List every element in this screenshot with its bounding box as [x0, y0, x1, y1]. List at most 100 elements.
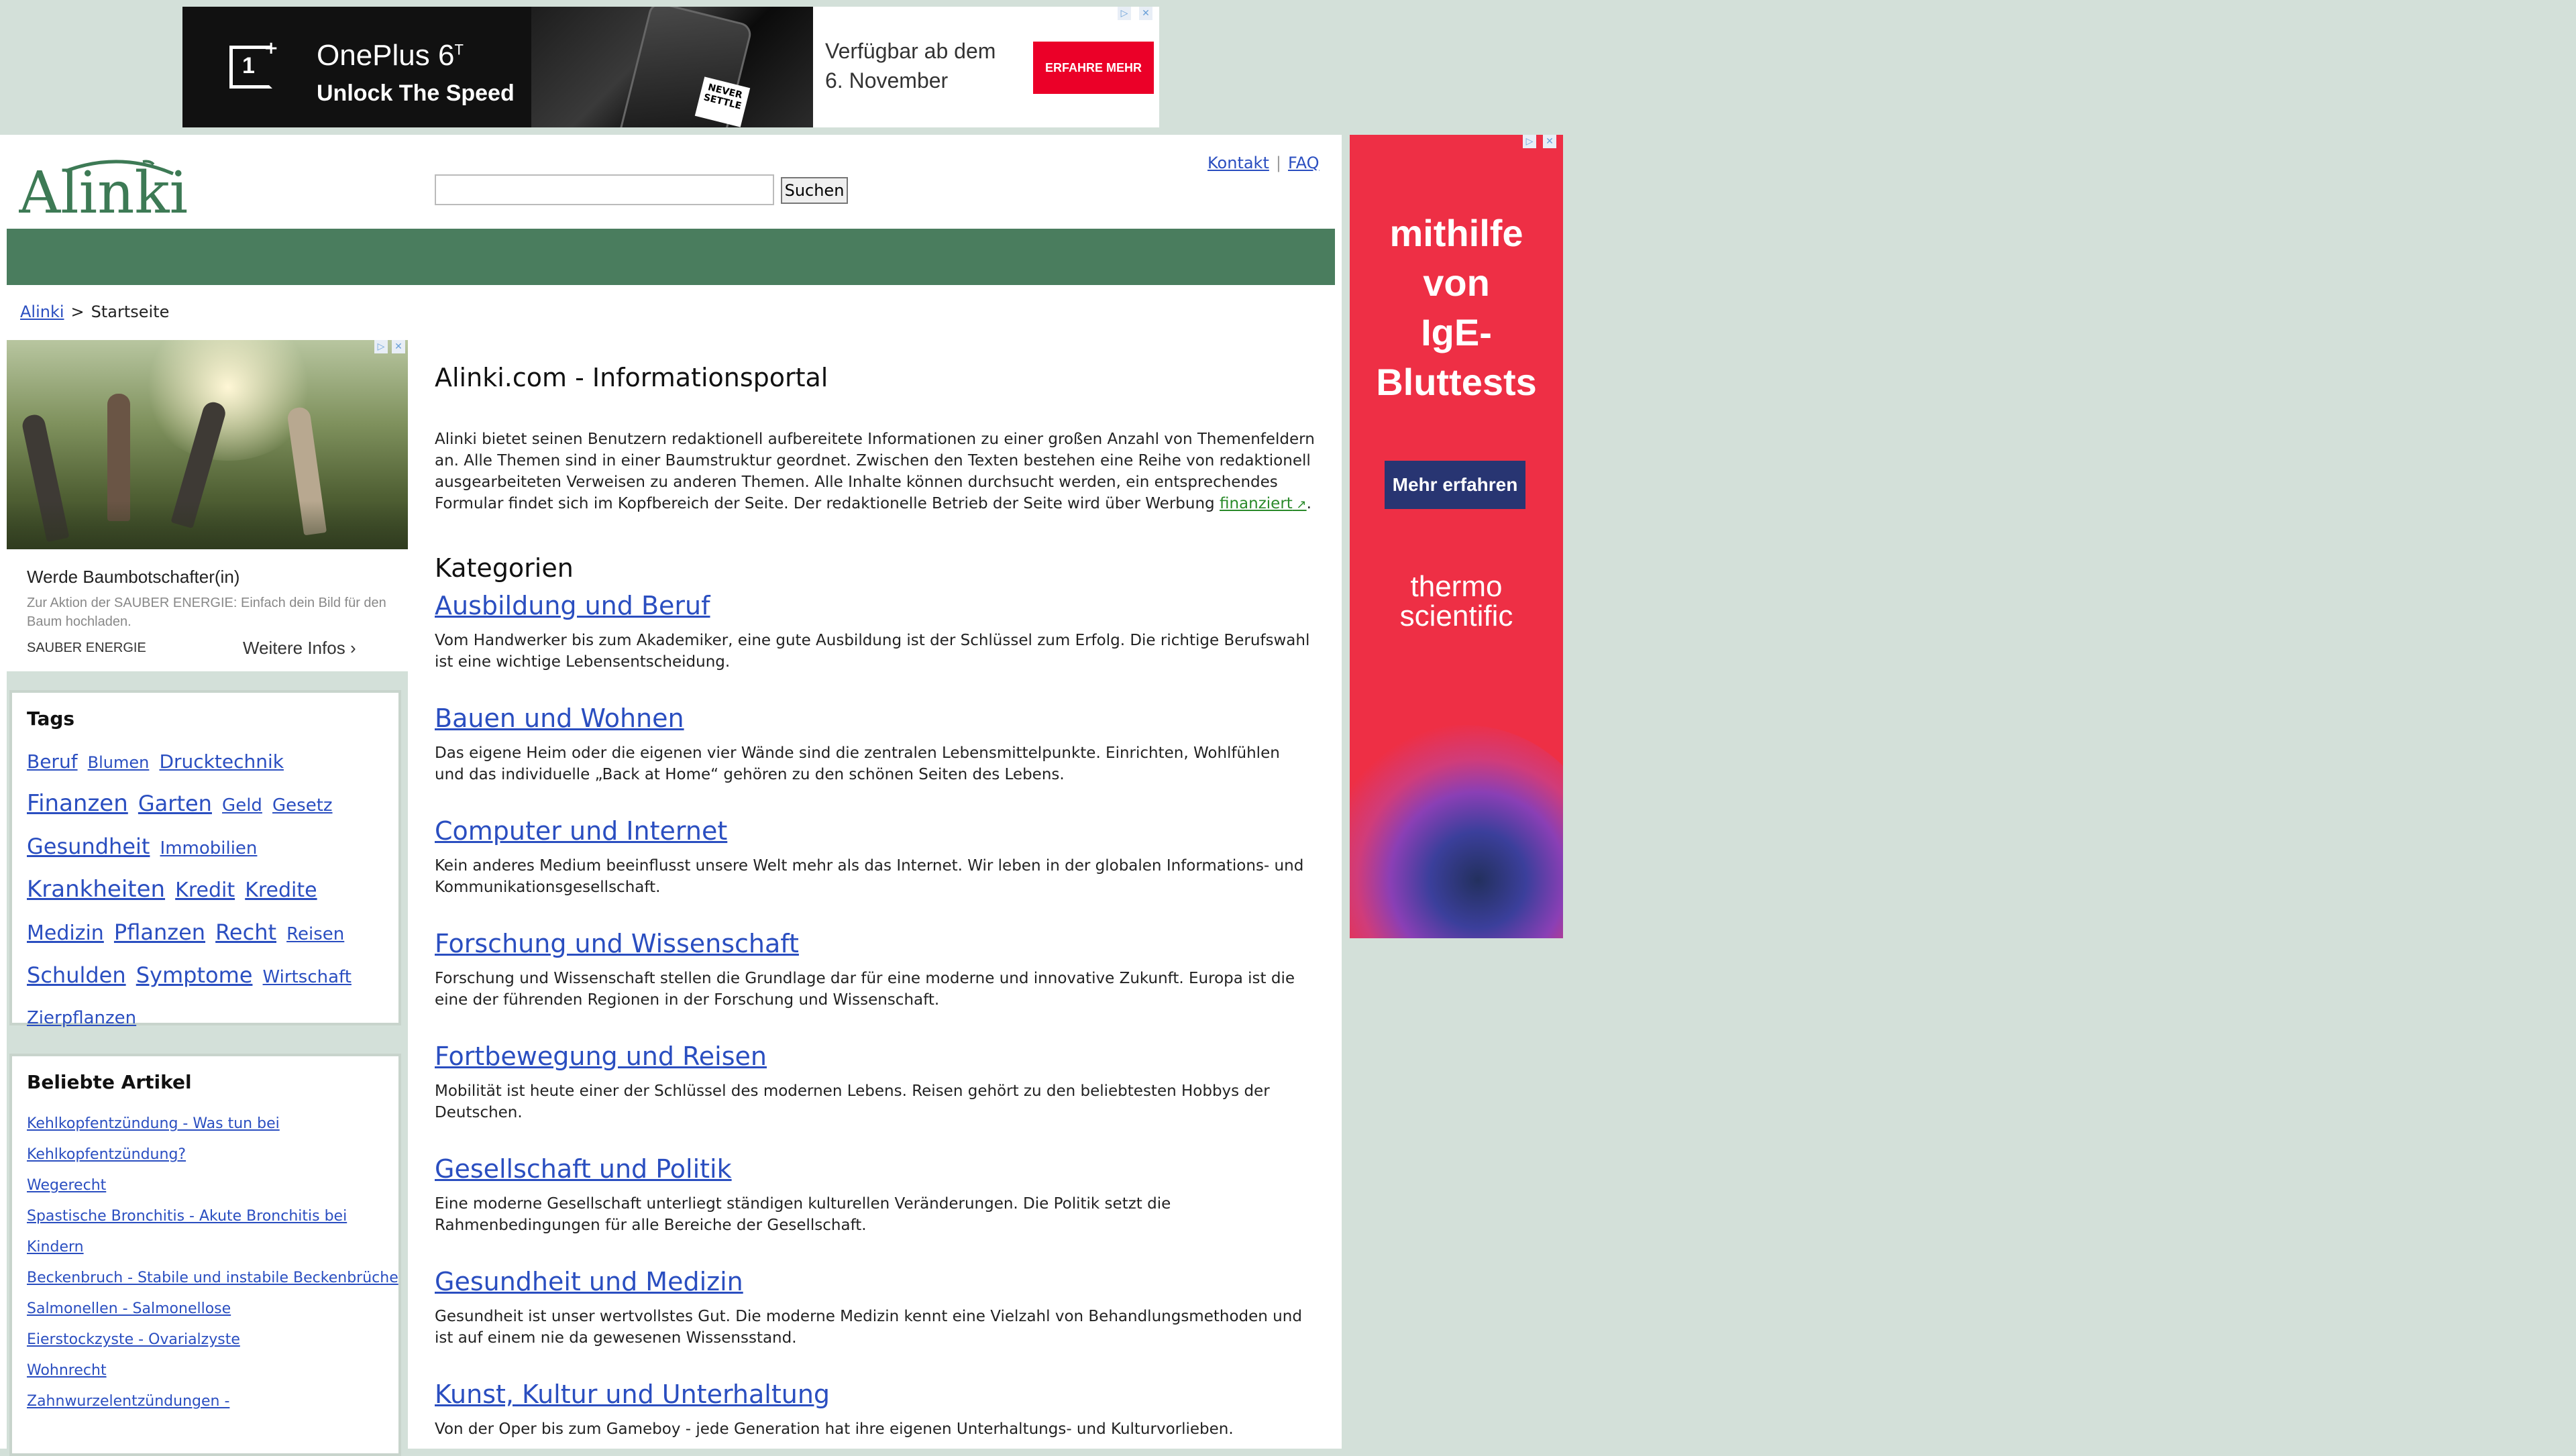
category-item: Fortbewegung und Reisen Mobilität ist heu…	[435, 1042, 1313, 1123]
tag-link[interactable]: Reisen	[286, 924, 344, 944]
intro-text: Alinki bietet seinen Benutzern redaktion…	[435, 429, 1320, 516]
category-description: Vom Handwerker bis zum Akademiker, eine …	[435, 632, 1310, 671]
link-separator: |	[1275, 154, 1281, 172]
right-ad-headline: mithilfe von IgE- Bluttests	[1350, 209, 1563, 407]
tag-link[interactable]: Gesundheit	[27, 834, 150, 859]
phone-image: NEVER SETTLE	[531, 7, 813, 127]
adchoices-icon[interactable]: ▷	[374, 340, 388, 353]
category-description: Kein anderes Medium beeinflusst unsere W…	[435, 857, 1304, 896]
headline-line: mithilfe	[1389, 212, 1523, 254]
tag-link[interactable]: Kredite	[245, 879, 317, 902]
tag-link[interactable]: Krankheiten	[27, 876, 165, 903]
breadcrumb-home-link[interactable]: Alinki	[20, 302, 64, 321]
top-links: Kontakt | FAQ	[1208, 154, 1319, 172]
category-link[interactable]: Fortbewegung und Reisen	[435, 1042, 767, 1071]
category-item: Computer und Internet Kein anderes Medium…	[435, 816, 1313, 898]
category-item: Gesellschaft und Politik Eine moderne Ges…	[435, 1154, 1313, 1236]
adchoices-icon[interactable]: ▷	[1523, 135, 1536, 148]
right-skyscraper-ad[interactable]: mithilfe von IgE- Bluttests Mehr erfahre…	[1350, 135, 1563, 938]
logo-text: Alinki	[19, 160, 188, 221]
top-banner-ad[interactable]: 1 + OnePlus 6T Unlock The Speed NEVER SET…	[182, 7, 1159, 127]
popular-article-link[interactable]: Wegerecht	[27, 1170, 402, 1201]
ad-right-panel: Verfügbar ab dem 6. November ERFAHRE MEH…	[813, 7, 1159, 127]
tag-link[interactable]: Symptome	[136, 962, 253, 988]
popular-article-link[interactable]: Kehlkopfentzündung - Was tun bei Kehlkop…	[27, 1109, 402, 1170]
category-description: Mobilität ist heute einer der Schlüssel …	[435, 1082, 1270, 1121]
external-link-icon: ↗	[1292, 498, 1307, 512]
popular-list: Kehlkopfentzündung - Was tun bei Kehlkop…	[27, 1109, 402, 1417]
popular-article-link[interactable]: Spastische Bronchitis - Akute Bronchitis…	[27, 1201, 402, 1263]
categories-title: Kategorien	[435, 553, 574, 583]
popular-article-link[interactable]: Wohnrecht	[27, 1355, 402, 1386]
tag-link[interactable]: Pflanzen	[114, 919, 205, 945]
popular-article-link[interactable]: Salmonellen - Salmonellose	[27, 1294, 402, 1325]
alinki-logo[interactable]: Alinki	[19, 154, 193, 221]
tag-link[interactable]: Immobilien	[160, 838, 258, 858]
popular-article-link[interactable]: Zahnwurzelentzündungen -	[27, 1386, 402, 1417]
category-item: Kunst, Kultur und Unterhaltung Von der Op…	[435, 1380, 1313, 1440]
more-label: Weitere Infos	[243, 638, 345, 658]
sidebar-ad[interactable]: ▷ ✕ Werde Baumbotschafter(in) Zur Aktion…	[7, 340, 408, 671]
chevron-right-icon: ›	[350, 638, 356, 658]
tag-link[interactable]: Finanzen	[27, 790, 128, 817]
popular-title: Beliebte Artikel	[27, 1071, 192, 1093]
contact-link[interactable]: Kontakt	[1208, 154, 1269, 172]
tags-title: Tags	[27, 708, 75, 730]
popular-article-link[interactable]: Beckenbruch - Stabile und instabile Beck…	[27, 1263, 402, 1294]
sidebar-ad-more-button[interactable]: Weitere Infos ›	[243, 638, 356, 659]
page-title: Alinki.com - Informationsportal	[435, 363, 828, 392]
popular-article-link[interactable]: Eierstockzyste - Ovarialzyste	[27, 1325, 402, 1355]
close-ad-icon[interactable]: ✕	[1139, 7, 1152, 20]
main-content: Alinki.com - Informationsportal Alinki b…	[435, 363, 1320, 1438]
tag-link[interactable]: Kredit	[175, 879, 235, 902]
tag-link[interactable]: Gesetz	[272, 795, 333, 816]
right-ad-brand: thermo scientific	[1350, 572, 1563, 631]
category-item: Bauen und Wohnen Das eigene Heim oder die…	[435, 704, 1313, 785]
category-link[interactable]: Gesellschaft und Politik	[435, 1154, 732, 1184]
tag-link[interactable]: Schulden	[27, 962, 126, 988]
financed-link[interactable]: finanziert ↗	[1220, 495, 1307, 512]
breadcrumb: Alinki > Startseite	[20, 302, 169, 321]
virus-image	[1350, 725, 1563, 938]
category-link[interactable]: Computer und Internet	[435, 816, 727, 846]
category-link[interactable]: Ausbildung und Beruf	[435, 591, 710, 620]
ad-cta-button[interactable]: ERFAHRE MEHR	[1033, 42, 1154, 94]
search-input[interactable]	[435, 174, 774, 205]
category-description: Von der Oper bis zum Gameboy - jede Gene…	[435, 1420, 1234, 1438]
category-link[interactable]: Forschung und Wissenschaft	[435, 929, 799, 958]
page-container: Alinki Suchen Kontakt | FAQ Alinki > Startse…	[0, 135, 1342, 1456]
tags-box: Tags Beruf Blumen Drucktechnik Finanzen …	[9, 690, 401, 1028]
ad-availability-line2: 6. November	[825, 68, 949, 93]
ad-tagline: Unlock The Speed	[317, 80, 515, 106]
tag-link[interactable]: Garten	[138, 791, 212, 816]
adchoices-icon[interactable]: ▷	[1118, 7, 1131, 20]
right-ad-button[interactable]: Mehr erfahren	[1385, 461, 1525, 509]
category-description: Eine moderne Gesellschaft unterliegt stä…	[435, 1195, 1171, 1234]
headline-line: von	[1423, 262, 1490, 304]
close-ad-icon[interactable]: ✕	[392, 340, 405, 353]
tag-cloud: Beruf Blumen Drucktechnik Finanzen Garte…	[27, 742, 389, 1040]
tag-link[interactable]: Medizin	[27, 921, 104, 945]
sidebar-ad-image	[7, 340, 408, 549]
close-ad-icon[interactable]: ✕	[1543, 135, 1556, 148]
search-button[interactable]: Suchen	[781, 177, 848, 204]
brand-line: scientific	[1399, 600, 1513, 632]
tag-link[interactable]: Beruf	[27, 750, 78, 773]
intro-body: Alinki bietet seinen Benutzern redaktion…	[435, 431, 1315, 512]
tag-link[interactable]: Geld	[222, 795, 262, 816]
category-link[interactable]: Kunst, Kultur und Unterhaltung	[435, 1380, 830, 1409]
sidebar-ad-title[interactable]: Werde Baumbotschafter(in)	[27, 567, 239, 587]
faq-link[interactable]: FAQ	[1288, 154, 1320, 172]
category-item: Forschung und Wissenschaft Forschung und …	[435, 929, 1313, 1011]
category-description: Gesundheit ist unser wertvollstes Gut. D…	[435, 1308, 1302, 1347]
tag-link[interactable]: Recht	[215, 919, 276, 945]
category-description: Das eigene Heim oder die eigenen vier Wä…	[435, 744, 1280, 783]
left-sidebar: ▷ ✕ Werde Baumbotschafter(in) Zur Aktion…	[7, 340, 408, 1456]
tag-link[interactable]: Wirtschaft	[263, 967, 352, 987]
ad-brand: OnePlus 6T	[317, 39, 464, 72]
category-link[interactable]: Bauen und Wohnen	[435, 704, 684, 733]
tag-link[interactable]: Zierpflanzen	[27, 1008, 136, 1028]
tag-link[interactable]: Blumen	[88, 753, 150, 772]
category-link[interactable]: Gesundheit und Medizin	[435, 1267, 743, 1296]
tag-link[interactable]: Drucktechnik	[159, 750, 284, 773]
